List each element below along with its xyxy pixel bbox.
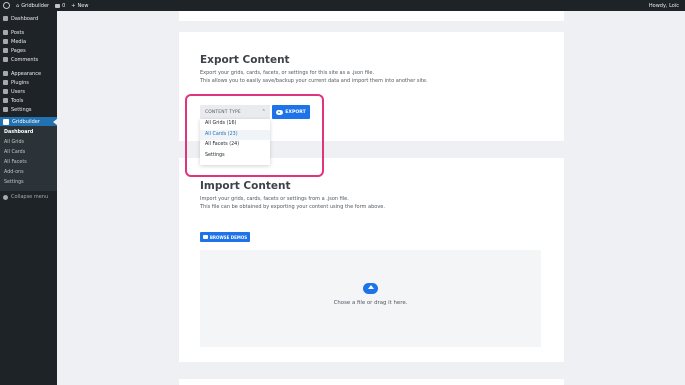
sidebar-item-plugins[interactable]: Plugins	[0, 78, 57, 87]
comments-link[interactable]: 0	[55, 3, 65, 9]
sidebar-item-appearance[interactable]: Appearance	[0, 69, 57, 78]
previous-panel	[179, 11, 564, 21]
collapse-menu-button[interactable]: Collapse menu	[0, 191, 57, 203]
comment-icon	[3, 57, 8, 62]
collapse-icon	[3, 194, 8, 200]
sidebar-item-dashboard[interactable]: Dashboard	[0, 14, 57, 23]
sidebar-item-gridbuilder[interactable]: Gridbuilder	[0, 117, 57, 126]
admin-sidebar: Dashboard Posts Media Pages Comments App…	[0, 11, 57, 385]
account-menu[interactable]: Howdy, Loïc	[649, 3, 679, 9]
sidebar-item-users[interactable]: Users	[0, 87, 57, 96]
export-title: Export Content	[200, 54, 290, 66]
sidebar-item-tools[interactable]: Tools	[0, 96, 57, 105]
brush-icon	[3, 71, 8, 76]
sidebar-item-posts[interactable]: Posts	[0, 28, 57, 37]
browse-demos-button[interactable]: BROWSE DEMOS	[200, 232, 250, 242]
wrench-icon	[3, 98, 8, 103]
dashboard-icon	[3, 16, 8, 21]
home-icon: ⌂	[16, 2, 20, 9]
pin-icon	[3, 30, 8, 35]
admin-bar: ⌂ Gridbuilder 0 + New Howdy, Loïc	[0, 0, 685, 11]
submenu-settings[interactable]: Settings	[0, 178, 57, 188]
wordpress-logo-icon[interactable]	[3, 2, 10, 9]
submenu-all-facets[interactable]: All Facets	[0, 158, 57, 168]
media-icon	[3, 39, 8, 44]
cloud-upload-icon	[363, 283, 378, 294]
comment-bubble-icon	[55, 3, 61, 8]
submenu-all-cards[interactable]: All Cards	[0, 148, 57, 158]
sidebar-item-comments[interactable]: Comments	[0, 55, 57, 64]
import-description-2: This file can be obtained by exporting y…	[200, 203, 385, 210]
sidebar-item-pages[interactable]: Pages	[0, 46, 57, 55]
settings-icon	[3, 107, 8, 112]
dropzone-text: Chose a file or drag it here.	[333, 300, 408, 306]
export-description-2: This allows you to easily save/backup yo…	[200, 77, 428, 84]
submenu-dashboard[interactable]: Dashboard	[0, 128, 57, 138]
import-title: Import Content	[200, 180, 291, 192]
highlight-annotation	[185, 94, 324, 177]
import-description-1: Import your grids, cards, facets or sett…	[200, 196, 349, 202]
user-icon	[3, 89, 8, 94]
plus-icon: +	[71, 2, 76, 9]
submenu-all-grids[interactable]: All Grids	[0, 138, 57, 148]
sidebar-item-settings[interactable]: Settings	[0, 105, 57, 114]
sidebar-item-media[interactable]: Media	[0, 37, 57, 46]
plug-icon	[3, 80, 8, 85]
new-content-link[interactable]: + New	[71, 3, 88, 9]
file-dropzone[interactable]	[200, 250, 541, 347]
demos-icon	[202, 235, 208, 239]
submenu-add-ons[interactable]: Add-ons	[0, 168, 57, 178]
export-description-1: Export your grids, cards, facets, or set…	[200, 70, 375, 76]
gridbuilder-icon	[3, 118, 9, 125]
site-name-link[interactable]: ⌂ Gridbuilder	[16, 3, 49, 9]
gridbuilder-submenu: Dashboard All Grids All Cards All Facets…	[0, 126, 57, 191]
next-panel	[179, 379, 564, 385]
page-icon	[3, 48, 8, 53]
